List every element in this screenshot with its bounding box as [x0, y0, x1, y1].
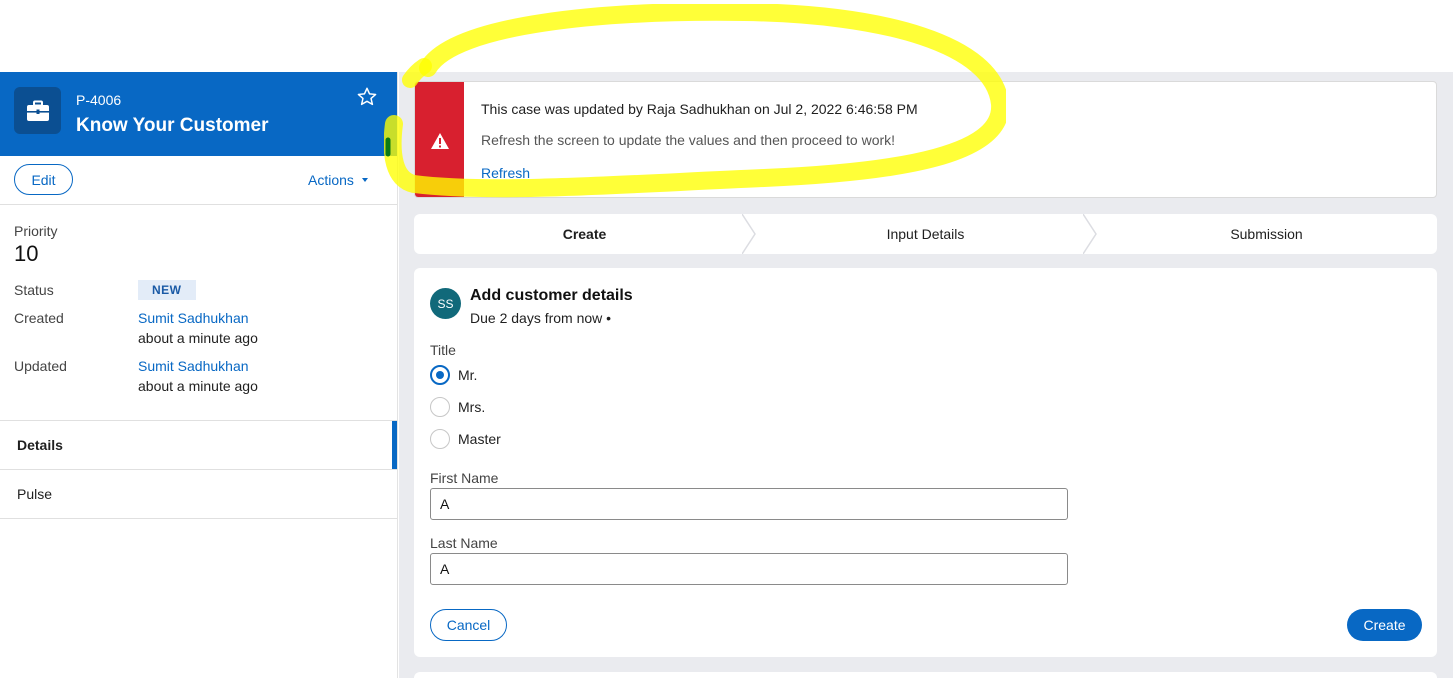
actions-menu[interactable]: Actions: [308, 172, 368, 188]
radio-label: Mr.: [458, 367, 478, 383]
updated-time: about a minute ago: [138, 378, 258, 394]
radio-unchecked-icon[interactable]: [430, 429, 450, 449]
caret-down-icon: [361, 178, 368, 182]
last-name-label: Last Name: [430, 535, 498, 551]
status-badge: NEW: [138, 280, 196, 300]
update-alert-banner: This case was updated by Raja Sadhukhan …: [414, 81, 1437, 198]
radio-label: Master: [458, 431, 501, 447]
alert-title: This case was updated by Raja Sadhukhan …: [481, 101, 918, 117]
case-title: Know Your Customer: [76, 115, 269, 136]
create-button[interactable]: Create: [1347, 609, 1422, 641]
updated-label: Updated: [14, 358, 67, 374]
status-label: Status: [14, 282, 54, 298]
stage-input-details[interactable]: Input Details: [755, 214, 1097, 254]
work-area: This case was updated by Raja Sadhukhan …: [399, 72, 1453, 678]
cancel-button[interactable]: Cancel: [430, 609, 507, 641]
stage-create[interactable]: Create: [414, 214, 756, 254]
case-summary-panel: P-4006 Know Your Customer Edit Actions P…: [0, 72, 398, 678]
task-due: Due 2 days from now •: [470, 310, 612, 326]
top-blank-area: [0, 0, 1453, 72]
alert-side-strip: [415, 82, 464, 197]
avatar: SS: [430, 288, 461, 319]
tab-details[interactable]: Details: [0, 421, 397, 470]
stage-bar: Create Input Details Submission: [414, 214, 1437, 254]
next-card-edge: [414, 672, 1437, 678]
last-name-input[interactable]: [430, 553, 1068, 585]
star-icon[interactable]: [356, 86, 378, 108]
stage-label: Submission: [1230, 226, 1303, 242]
task-title: Add customer details: [470, 287, 633, 304]
actions-label: Actions: [308, 172, 354, 188]
radio-master[interactable]: Master: [430, 429, 501, 449]
stage-chevron-icon: [1083, 214, 1097, 254]
stage-chevron-icon: [742, 214, 756, 254]
created-by-link[interactable]: Sumit Sadhukhan: [138, 310, 249, 326]
briefcase-icon: [14, 87, 61, 134]
edit-button[interactable]: Edit: [14, 164, 73, 195]
tab-pulse[interactable]: Pulse: [0, 470, 397, 519]
first-name-input[interactable]: [430, 488, 1068, 520]
title-field-label: Title: [430, 342, 456, 358]
case-action-row: Edit Actions: [0, 156, 397, 205]
radio-mr[interactable]: Mr.: [430, 365, 477, 385]
case-id: P-4006: [76, 92, 122, 108]
refresh-link[interactable]: Refresh: [481, 165, 530, 181]
stage-submission[interactable]: Submission: [1096, 214, 1437, 254]
case-summary: Priority 10 Status NEW Created Sumit Sad…: [0, 205, 397, 421]
case-header: P-4006 Know Your Customer: [0, 72, 397, 156]
priority-label: Priority: [14, 223, 58, 239]
alert-message: Refresh the screen to update the values …: [481, 132, 896, 148]
radio-mrs[interactable]: Mrs.: [430, 397, 485, 417]
warning-icon: [430, 132, 449, 149]
first-name-label: First Name: [430, 470, 499, 486]
radio-unchecked-icon[interactable]: [430, 397, 450, 417]
stage-label: Input Details: [886, 226, 965, 242]
radio-checked-icon[interactable]: [430, 365, 450, 385]
updated-by-link[interactable]: Sumit Sadhukhan: [138, 358, 249, 374]
radio-label: Mrs.: [458, 399, 486, 415]
created-label: Created: [14, 310, 64, 326]
created-time: about a minute ago: [138, 330, 258, 346]
stage-label: Create: [562, 226, 607, 242]
priority-value: 10: [14, 241, 39, 266]
task-card: SS Add customer details Due 2 days from …: [414, 268, 1437, 657]
